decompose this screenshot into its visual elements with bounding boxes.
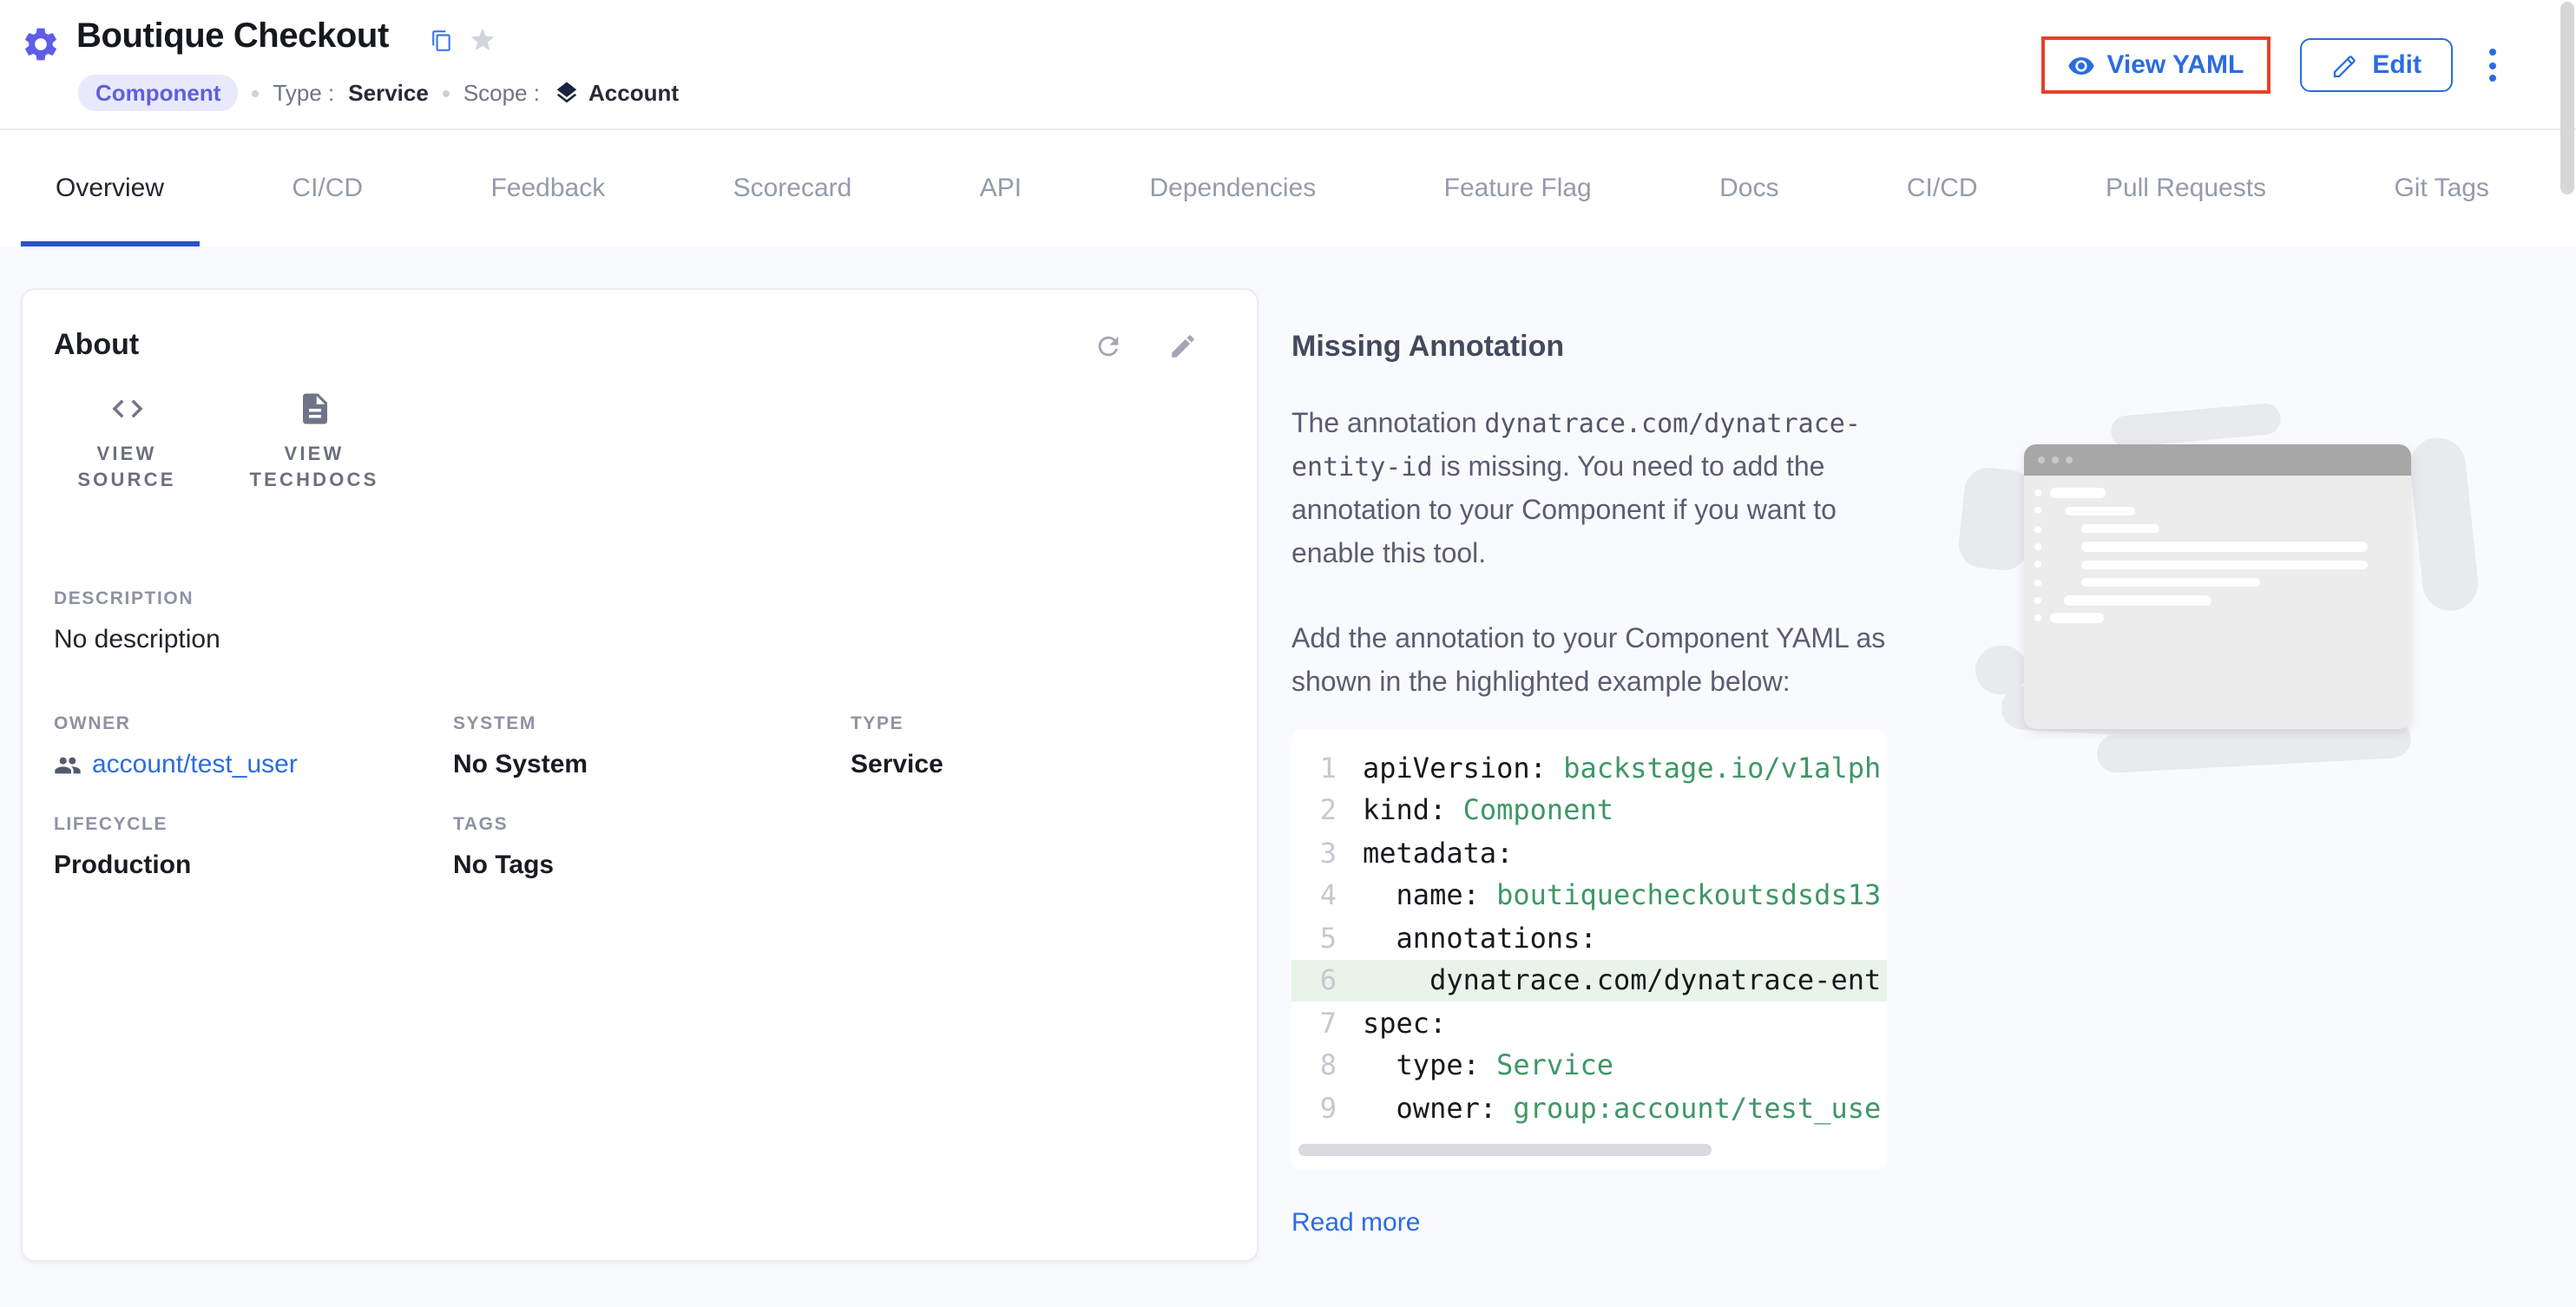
page-scrollbar[interactable] [2560, 2, 2573, 194]
edit-about-pencil-icon[interactable] [1168, 332, 1198, 361]
system-label: SYSTEM [453, 713, 851, 734]
code-line-1: 1apiVersion: backstage.io/v1alph [1291, 746, 1887, 789]
document-icon [296, 391, 332, 427]
annotation-paragraph-2: Add the annotation to your Component YAM… [1291, 618, 1902, 705]
overview-content: About VIEW SOURCE [0, 246, 2576, 1307]
tags-label: TAGS [453, 814, 851, 835]
paragraph-1-before: The annotation [1291, 410, 1477, 439]
tab-overview[interactable]: Overview [21, 130, 199, 246]
about-card: About VIEW SOURCE [21, 288, 1258, 1262]
entity-meta-row: Component Type : Service Scope : Account [78, 75, 679, 111]
view-yaml-highlight-box: View YAML [2040, 36, 2270, 94]
window-titlebar [2024, 444, 2411, 476]
code-line-7: 7spec: [1291, 1002, 1887, 1044]
yaml-code-block: 1apiVersion: backstage.io/v1alph2kind: C… [1291, 729, 1887, 1169]
lifecycle-field: LIFECYCLE Production [54, 814, 453, 880]
code-line-9: 9 owner: group:account/test_use [1291, 1087, 1887, 1129]
window-code-lines [2024, 476, 2411, 627]
description-value: No description [54, 625, 1226, 654]
tab-api[interactable]: API [945, 130, 1056, 246]
component-gear-icon [21, 24, 61, 64]
code-window-illustration [1962, 403, 2517, 819]
tags-field: TAGS No Tags [453, 814, 851, 880]
copy-icon[interactable] [430, 30, 453, 52]
about-fields-grid: OWNER account/test_user SYSTEM No System [54, 713, 1226, 880]
scope-value: Account [588, 80, 679, 106]
code-line-8: 8 type: Service [1291, 1044, 1887, 1087]
view-techdocs-button[interactable]: VIEW TECHDOCS [224, 391, 404, 495]
system-field: SYSTEM No System [453, 713, 851, 779]
lifecycle-value: Production [54, 851, 453, 880]
tab-ci-cd[interactable]: CI/CD [257, 130, 398, 246]
system-value: No System [453, 750, 851, 779]
owner-value: account/test_user [92, 750, 298, 779]
code-line-4: 4 name: boutiquecheckoutsdsds13 [1291, 874, 1887, 916]
eye-icon [2067, 51, 2094, 79]
kebab-menu-icon[interactable] [2482, 42, 2503, 89]
code-horizontal-scrollbar[interactable] [1298, 1143, 1712, 1155]
tab-docs[interactable]: Docs [1685, 130, 1813, 246]
page-header: Boutique Checkout Component Type : Servi… [0, 0, 2576, 130]
tab-feedback[interactable]: Feedback [456, 130, 640, 246]
missing-annotation-panel: Missing Annotation The annotation dynatr… [1291, 288, 1989, 1238]
scope-label: Scope : [463, 80, 540, 106]
read-more-link[interactable]: Read more [1291, 1207, 1420, 1237]
code-icon [108, 391, 145, 427]
description-field: DESCRIPTION No description [54, 588, 1226, 654]
type-label: Type : [273, 80, 334, 106]
edit-label: Edit [2372, 50, 2422, 80]
type-field-label: TYPE [851, 713, 1226, 734]
owner-label: OWNER [54, 713, 453, 734]
kind-badge: Component [78, 75, 238, 111]
entity-page: Boutique Checkout Component Type : Servi… [0, 0, 2576, 1307]
people-icon [54, 751, 82, 778]
owner-link[interactable]: account/test_user [54, 750, 453, 779]
browser-window-graphic [2024, 444, 2411, 729]
code-line-2: 2kind: Component [1291, 789, 1887, 831]
separator-dot [252, 89, 259, 96]
view-source-button[interactable]: VIEW SOURCE [54, 391, 200, 495]
view-techdocs-label: VIEW TECHDOCS [224, 443, 404, 495]
code-line-5: 5 annotations: [1291, 916, 1887, 959]
star-icon[interactable] [469, 26, 496, 54]
active-tab-indicator [21, 240, 199, 246]
tab-feature-flag[interactable]: Feature Flag [1410, 130, 1626, 246]
scribble-blob [2110, 403, 2282, 449]
description-label: DESCRIPTION [54, 588, 1226, 609]
account-layers-icon [554, 80, 580, 106]
annotation-paragraph-1: The annotation dynatrace.com/dynatrace-e… [1291, 403, 1902, 576]
about-card-title: About [54, 328, 139, 363]
owner-field: OWNER account/test_user [54, 713, 453, 779]
pencil-icon [2330, 51, 2358, 79]
code-line-6: 6 dynatrace.com/dynatrace-ent [1291, 959, 1887, 1002]
type-field: TYPE Service [851, 713, 1226, 779]
tab-ci-cd-2[interactable]: CI/CD [1872, 130, 2013, 246]
tab-bar: Overview CI/CD Feedback Scorecard API Depende… [0, 130, 2576, 246]
type-field-value: Service [851, 750, 1226, 779]
tab-git-tags[interactable]: Git Tags [2359, 130, 2524, 246]
header-actions: View YAML Edit [2040, 0, 2503, 130]
tab-scorecard[interactable]: Scorecard [699, 130, 887, 246]
missing-annotation-title: Missing Annotation [1291, 330, 1989, 365]
view-yaml-button[interactable]: View YAML [2067, 50, 2244, 80]
edit-button[interactable]: Edit [2299, 38, 2453, 92]
type-value: Service [348, 80, 429, 106]
code-line-3: 3metadata: [1291, 831, 1887, 874]
tab-dependencies[interactable]: Dependencies [1114, 130, 1350, 246]
tags-value: No Tags [453, 851, 851, 880]
tab-pull-requests[interactable]: Pull Requests [2071, 130, 2301, 246]
lifecycle-label: LIFECYCLE [54, 814, 453, 835]
separator-dot [443, 89, 450, 96]
page-title: Boutique Checkout [76, 17, 389, 57]
refresh-icon[interactable] [1094, 332, 1123, 361]
view-yaml-label: View YAML [2106, 50, 2244, 80]
view-source-label: VIEW SOURCE [54, 443, 200, 495]
scribble-blob [2408, 435, 2481, 614]
